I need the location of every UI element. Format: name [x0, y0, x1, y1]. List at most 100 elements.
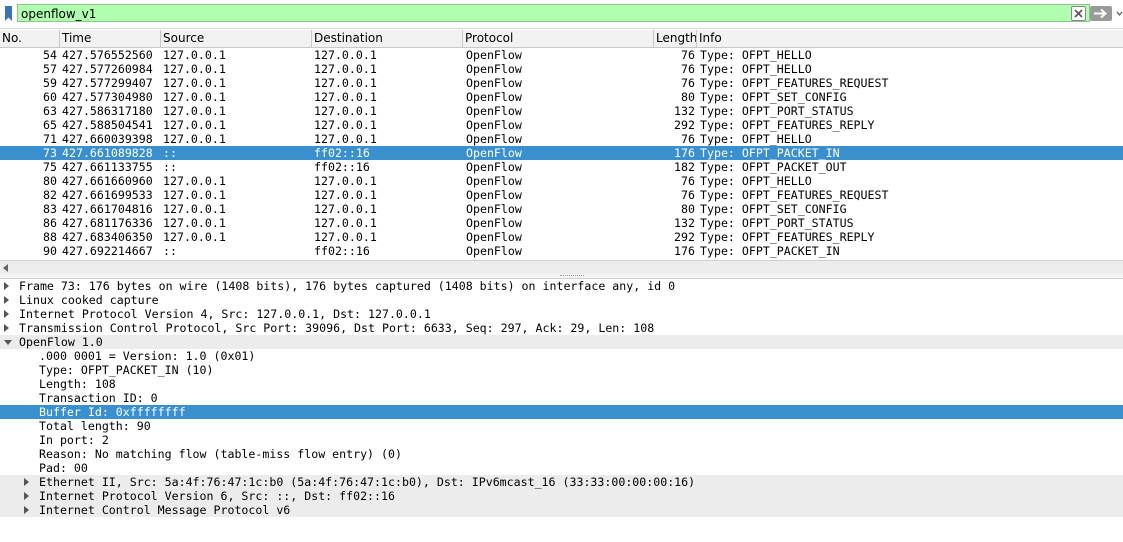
- column-header-no[interactable]: No.: [0, 30, 60, 47]
- chevron-down-icon[interactable]: [1116, 6, 1123, 21]
- horizontal-scrollbar[interactable]: [0, 260, 1123, 274]
- packet-row[interactable]: 71 427.660039398 127.0.0.1 127.0.0.1 OpenFlo…: [0, 132, 1123, 146]
- expand-arrow-icon[interactable]: [4, 282, 9, 290]
- packet-row[interactable]: 73 427.661089828:: ff02::16 OpenFlow 176 Type…: [0, 146, 1123, 160]
- bookmark-icon[interactable]: [2, 5, 16, 23]
- packet-cell-source: ::: [163, 244, 177, 258]
- expand-arrow-icon[interactable]: [24, 506, 29, 514]
- packet-row[interactable]: 83 427.661704816 127.0.0.1 127.0.0.1 OpenFlo…: [0, 202, 1123, 216]
- packet-cell-protocol: OpenFlow: [466, 202, 522, 216]
- packet-cell-length: 176: [674, 146, 695, 160]
- detail-tree-item[interactable]: OpenFlow 1.0: [0, 335, 1123, 349]
- packet-cell-no: 73: [43, 146, 57, 160]
- packet-cell-source: 127.0.0.1: [163, 118, 226, 132]
- detail-tree-item[interactable]: Length: 108: [0, 377, 1123, 391]
- column-header-time[interactable]: Time: [60, 30, 161, 47]
- packet-row[interactable]: 86 427.681176336 127.0.0.1 127.0.0.1 OpenFlo…: [0, 216, 1123, 230]
- packet-cell-protocol: OpenFlow: [466, 118, 522, 132]
- packet-row[interactable]: 65 427.588504541 127.0.0.1 127.0.0.1 OpenFlo…: [0, 118, 1123, 132]
- packet-cell-source: 127.0.0.1: [163, 48, 226, 62]
- detail-tree-item[interactable]: Internet Protocol Version 4, Src: 127.0.…: [0, 307, 1123, 321]
- detail-tree-item[interactable]: Ethernet II, Src: 5a:4f:76:47:1c:b0 (5a:…: [0, 475, 1123, 489]
- packet-row[interactable]: 75 427.661133755:: ff02::16 OpenFlow 182 Type…: [0, 160, 1123, 174]
- display-filter-input[interactable]: openflow_v1: [17, 4, 1090, 22]
- detail-tree-item[interactable]: Transmission Control Protocol, Src Port:…: [0, 321, 1123, 335]
- packet-cell-protocol: OpenFlow: [466, 62, 522, 76]
- packet-cell-info: Type: OFPT_HELLO: [700, 62, 812, 76]
- packet-cell-destination: ff02::16: [314, 244, 370, 258]
- packet-cell-time: 427.661699533: [62, 188, 153, 202]
- display-filter-toolbar: openflow_v1: [0, 0, 1123, 29]
- packet-list-rows: 54 427.576552560 127.0.0.1 127.0.0.1 OpenFlo…: [0, 48, 1123, 260]
- detail-tree-item[interactable]: Type: OFPT_PACKET_IN (10): [0, 363, 1123, 377]
- detail-tree-item[interactable]: Buffer Id: 0xffffffff: [0, 405, 1123, 419]
- expand-arrow-icon[interactable]: [4, 324, 9, 332]
- packet-cell-info: Type: OFPT_HELLO: [700, 132, 812, 146]
- column-header-protocol[interactable]: Protocol: [463, 30, 654, 47]
- packet-cell-no: 80: [43, 174, 57, 188]
- packet-cell-time: 427.576552560: [62, 48, 153, 62]
- packet-details-tree: Frame 73: 176 bytes on wire (1408 bits),…: [0, 279, 1123, 542]
- detail-tree-item[interactable]: Total length: 90: [0, 419, 1123, 433]
- packet-cell-destination: 127.0.0.1: [314, 174, 377, 188]
- packet-cell-info: Type: OFPT_FEATURES_REQUEST: [700, 76, 889, 90]
- detail-tree-item[interactable]: Pad: 00: [0, 461, 1123, 475]
- packet-cell-time: 427.661133755: [62, 160, 153, 174]
- close-icon: [1074, 9, 1083, 18]
- packet-row[interactable]: 57 427.577260984 127.0.0.1 127.0.0.1 OpenFlo…: [0, 62, 1123, 76]
- scroll-left-icon[interactable]: [3, 264, 8, 272]
- detail-tree-item[interactable]: Internet Control Message Protocol v6: [0, 503, 1123, 517]
- detail-tree-item[interactable]: Transaction ID: 0: [0, 391, 1123, 405]
- packet-cell-time: 427.586317180: [62, 104, 153, 118]
- expand-arrow-icon[interactable]: [4, 310, 9, 318]
- packet-row[interactable]: 54 427.576552560 127.0.0.1 127.0.0.1 OpenFlo…: [0, 48, 1123, 62]
- detail-tree-item[interactable]: Reason: No matching flow (table-miss flo…: [0, 447, 1123, 461]
- apply-filter-button[interactable]: [1090, 6, 1112, 21]
- packet-row[interactable]: 88 427.683406350 127.0.0.1 127.0.0.1 OpenFlo…: [0, 230, 1123, 244]
- packet-cell-info: Type: OFPT_FEATURES_REPLY: [700, 230, 875, 244]
- packet-cell-protocol: OpenFlow: [466, 90, 522, 104]
- packet-cell-protocol: OpenFlow: [466, 160, 522, 174]
- splitter-grip[interactable]: [560, 275, 584, 278]
- collapse-arrow-icon[interactable]: [4, 340, 12, 345]
- packet-row[interactable]: 60 427.577304980 127.0.0.1 127.0.0.1 OpenFlo…: [0, 90, 1123, 104]
- detail-tree-label: .000 0001 = Version: 1.0 (0x01): [39, 349, 256, 363]
- detail-tree-item[interactable]: Linux cooked capture: [0, 293, 1123, 307]
- column-header-info[interactable]: Info: [697, 30, 1123, 47]
- expand-arrow-icon[interactable]: [4, 296, 9, 304]
- detail-tree-item[interactable]: Internet Protocol Version 6, Src: ::, Ds…: [0, 489, 1123, 503]
- packet-cell-destination: 127.0.0.1: [314, 62, 377, 76]
- expand-arrow-icon[interactable]: [24, 478, 29, 486]
- clear-filter-button[interactable]: [1071, 6, 1086, 21]
- packet-cell-source: 127.0.0.1: [163, 216, 226, 230]
- packet-list-header: No. Time Source Destination Protocol Len…: [0, 30, 1123, 48]
- packet-cell-length: 76: [681, 48, 695, 62]
- packet-cell-protocol: OpenFlow: [466, 48, 522, 62]
- detail-tree-label: Pad: 00: [39, 461, 88, 475]
- packet-cell-time: 427.577260984: [62, 62, 153, 76]
- detail-tree-label: Length: 108: [39, 377, 116, 391]
- detail-tree-item[interactable]: .000 0001 = Version: 1.0 (0x01): [0, 349, 1123, 363]
- detail-tree-label: Ethernet II, Src: 5a:4f:76:47:1c:b0 (5a:…: [39, 475, 696, 489]
- packet-row[interactable]: 63 427.586317180 127.0.0.1 127.0.0.1 OpenFlo…: [0, 104, 1123, 118]
- packet-row[interactable]: 59 427.577299407 127.0.0.1 127.0.0.1 OpenFlo…: [0, 76, 1123, 90]
- column-header-source[interactable]: Source: [161, 30, 312, 47]
- packet-cell-length: 76: [681, 132, 695, 146]
- detail-tree-item[interactable]: In port: 2: [0, 433, 1123, 447]
- packet-cell-no: 63: [43, 104, 57, 118]
- packet-row[interactable]: 82 427.661699533 127.0.0.1 127.0.0.1 OpenFlo…: [0, 188, 1123, 202]
- packet-cell-source: 127.0.0.1: [163, 188, 226, 202]
- column-header-destination[interactable]: Destination: [312, 30, 463, 47]
- packet-row[interactable]: 90 427.692214667:: ff02::16 OpenFlow 176 Type…: [0, 244, 1123, 258]
- packet-row[interactable]: 80 427.661660960 127.0.0.1 127.0.0.1 OpenFlo…: [0, 174, 1123, 188]
- detail-tree-label: Buffer Id: 0xffffffff: [39, 405, 186, 419]
- column-header-length[interactable]: Length: [654, 30, 697, 47]
- packet-cell-length: 132: [674, 104, 695, 118]
- expand-arrow-icon[interactable]: [24, 492, 29, 500]
- detail-tree-label: Transmission Control Protocol, Src Port:…: [19, 321, 655, 335]
- packet-cell-protocol: OpenFlow: [466, 174, 522, 188]
- packet-cell-destination: ff02::16: [314, 160, 370, 174]
- packet-cell-destination: 127.0.0.1: [314, 230, 377, 244]
- detail-tree-item[interactable]: Frame 73: 176 bytes on wire (1408 bits),…: [0, 279, 1123, 293]
- packet-cell-source: 127.0.0.1: [163, 76, 226, 90]
